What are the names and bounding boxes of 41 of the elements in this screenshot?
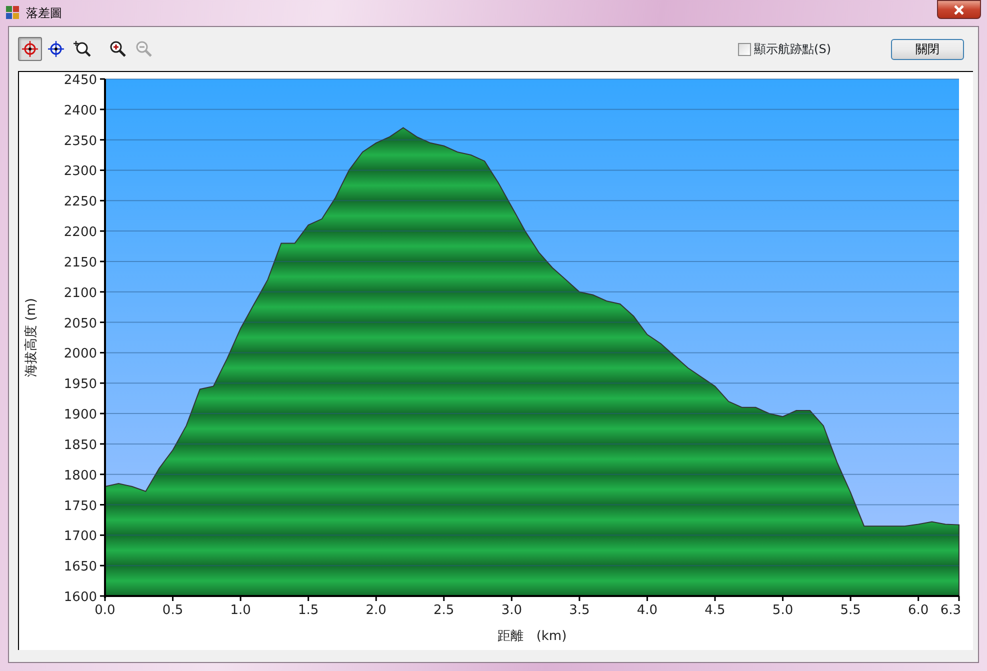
close-button[interactable]: 關閉 [891,38,964,60]
tick-label: 5.0 [772,603,794,618]
tick-label: 1750 [64,498,97,514]
tick-label: 1950 [64,377,97,392]
tick-label: 6.3 [940,603,961,618]
tick-label: 2150 [64,255,97,270]
tick-label: 4.5 [704,603,726,618]
close-icon [953,4,965,14]
tick-label: 3.0 [501,603,522,618]
close-button[interactable] [937,0,981,19]
tick-label: 2000 [64,346,97,362]
tick-label: 6.0 [908,603,929,618]
checkbox-label: 顯示航跡點(S) [754,41,831,58]
tick-label: 2300 [64,164,97,180]
tick-label: 1600 [64,590,97,605]
tick-label: 1.5 [298,603,319,618]
tick-label: 0.0 [94,603,116,618]
tick-label: 1700 [64,529,97,544]
tick-label: 1850 [64,438,97,453]
tick-label: 2350 [64,134,97,149]
tick-label: 0.5 [162,603,184,618]
tick-label: 2450 [64,73,97,88]
tick-label: 4.0 [636,603,658,618]
app-icon [6,6,20,20]
tick-label: 2.0 [366,603,386,618]
tick-label: 1.0 [230,603,251,618]
tick-label: 2200 [64,225,97,240]
axis-title: 海拔高度 (m) [24,298,39,377]
tick-label: 3.5 [569,603,590,618]
tick-label: 2050 [64,316,97,332]
tick-label: 2.5 [434,603,454,618]
tick-label: 1900 [64,408,97,423]
tick-label: 2100 [64,286,97,301]
tick-label: 1800 [64,468,97,484]
tick-label: 1650 [64,560,97,575]
tick-label: 5.5 [840,603,861,618]
checkbox[interactable] [738,42,752,56]
axis-title: 距離 (km) [497,629,567,644]
tick-label: 2400 [64,103,97,118]
window-title: 落差圖 [26,5,62,22]
tick-label: 2250 [64,194,97,210]
